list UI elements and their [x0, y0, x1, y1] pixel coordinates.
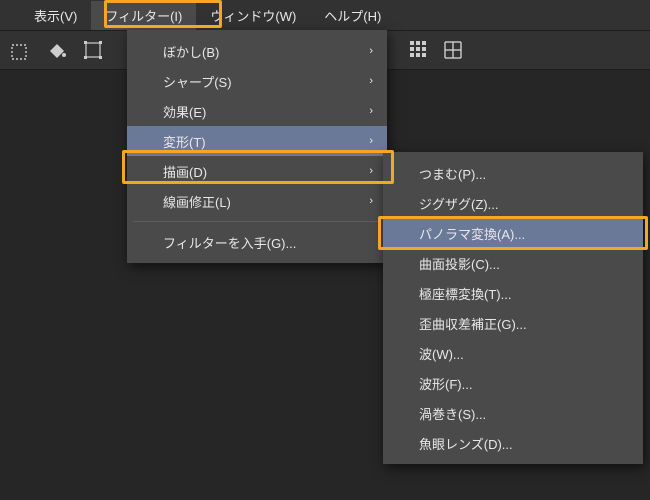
transform-zigzag-label: ジグザグ(Z)... [419, 194, 498, 213]
transform-panorama-label: パノラマ変換(A)... [419, 224, 525, 243]
bucket-icon[interactable] [42, 35, 72, 65]
menu-view[interactable]: 表示(V) [20, 1, 91, 30]
menu-help[interactable]: ヘルプ(H) [310, 1, 395, 30]
transform-pinch-label: つまむ(P)... [419, 164, 486, 183]
selection-icon[interactable] [6, 35, 36, 65]
filter-render-label: 描画(D) [163, 162, 207, 181]
menu-window[interactable]: ウィンドウ(W) [196, 1, 310, 30]
filter-get[interactable]: フィルターを入手(G)... [127, 227, 387, 257]
transform-distort-label: 歪曲収差補正(G)... [419, 314, 527, 333]
transform-fisheye-label: 魚眼レンズ(D)... [419, 434, 513, 453]
filter-transform-label: 変形(T) [163, 132, 206, 151]
transform-curved-label: 曲面投影(C)... [419, 254, 500, 273]
menubar: 表示(V) フィルター(I) ウィンドウ(W) ヘルプ(H) [0, 0, 650, 30]
filter-sharpen[interactable]: シャープ(S) › [127, 66, 387, 96]
grid-large-icon[interactable] [438, 35, 468, 65]
menu-filter[interactable]: フィルター(I) [91, 1, 196, 30]
filter-effect[interactable]: 効果(E) › [127, 96, 387, 126]
filter-get-label: フィルターを入手(G)... [163, 233, 296, 252]
filter-blur[interactable]: ぼかし(B) › [127, 36, 387, 66]
filter-render[interactable]: 描画(D) › [127, 156, 387, 186]
chevron-right-icon: › [369, 165, 373, 177]
transform-spiral[interactable]: 渦巻き(S)... [383, 398, 643, 428]
filter-sharpen-label: シャープ(S) [163, 72, 232, 91]
transform-handles-icon[interactable] [78, 35, 108, 65]
transform-wave[interactable]: 波(W)... [383, 338, 643, 368]
transform-curved[interactable]: 曲面投影(C)... [383, 248, 643, 278]
chevron-right-icon: › [369, 195, 373, 207]
chevron-right-icon: › [369, 105, 373, 117]
grid-small-icon[interactable] [404, 35, 434, 65]
transform-distort[interactable]: 歪曲収差補正(G)... [383, 308, 643, 338]
chevron-right-icon: › [369, 75, 373, 87]
filter-lineart[interactable]: 線画修正(L) › [127, 186, 387, 216]
chevron-right-icon: › [369, 135, 373, 147]
transform-polar-label: 極座標変換(T)... [419, 284, 511, 303]
transform-spiral-label: 渦巻き(S)... [419, 404, 486, 423]
transform-zigzag[interactable]: ジグザグ(Z)... [383, 188, 643, 218]
transform-submenu: つまむ(P)... ジグザグ(Z)... パノラマ変換(A)... 曲面投影(C… [383, 152, 643, 464]
transform-panorama[interactable]: パノラマ変換(A)... [383, 218, 643, 248]
transform-polar[interactable]: 極座標変換(T)... [383, 278, 643, 308]
transform-wave-label: 波(W)... [419, 344, 464, 363]
filter-lineart-label: 線画修正(L) [163, 192, 231, 211]
transform-waveform[interactable]: 波形(F)... [383, 368, 643, 398]
filter-blur-label: ぼかし(B) [163, 42, 219, 61]
transform-fisheye[interactable]: 魚眼レンズ(D)... [383, 428, 643, 458]
menu-separator [133, 221, 381, 222]
transform-waveform-label: 波形(F)... [419, 374, 472, 393]
filter-transform[interactable]: 変形(T) › [127, 126, 387, 156]
filter-dropdown: ぼかし(B) › シャープ(S) › 効果(E) › 変形(T) › 描画(D)… [127, 30, 387, 263]
chevron-right-icon: › [369, 45, 373, 57]
transform-pinch[interactable]: つまむ(P)... [383, 158, 643, 188]
filter-effect-label: 効果(E) [163, 102, 206, 121]
